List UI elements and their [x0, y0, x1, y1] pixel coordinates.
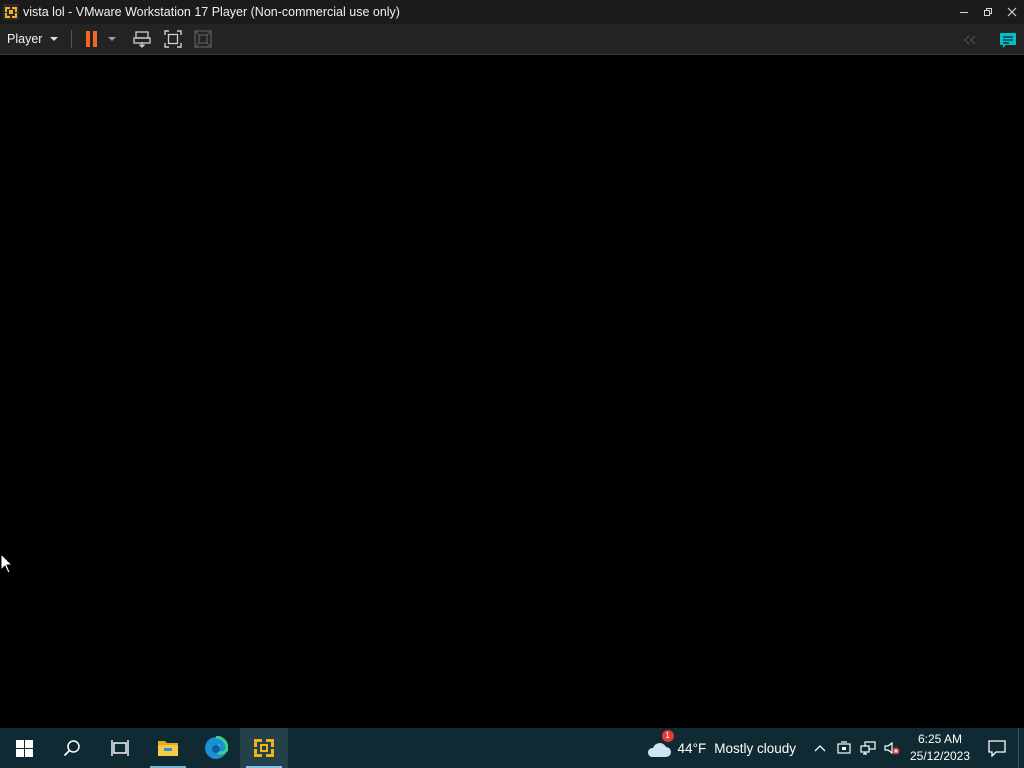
taskbar: 1 44°F Mostly cloudy 6:25 AM 25/12/2023 [0, 728, 1024, 768]
vmware-tray-button[interactable] [832, 728, 856, 768]
minimize-button[interactable] [952, 0, 976, 24]
show-desktop-button[interactable] [1018, 728, 1024, 768]
file-explorer-button[interactable] [144, 728, 192, 768]
unity-icon [194, 30, 213, 48]
fit-guest-button[interactable] [956, 28, 984, 52]
network-button[interactable] [856, 728, 880, 768]
fit-guest-icon [964, 35, 976, 44]
network-icon [860, 741, 876, 755]
weather-badge: 1 [661, 730, 674, 742]
restore-icon [984, 8, 992, 16]
task-view-button[interactable] [96, 728, 144, 768]
action-center-icon [988, 740, 1006, 757]
edge-button[interactable] [192, 728, 240, 768]
mouse-cursor-icon [0, 553, 12, 574]
player-menu-label: Player [7, 32, 43, 46]
clock-date: 25/12/2023 [909, 749, 971, 763]
title-bar[interactable]: vista lol - VMware Workstation 17 Player… [0, 0, 1024, 24]
volume-muted-icon [884, 741, 900, 755]
vmware-tray-icon [837, 741, 851, 754]
chevron-up-icon [814, 745, 826, 752]
vm-display[interactable] [0, 56, 1024, 728]
library-icon [1000, 32, 1016, 48]
send-ctrl-alt-del-button[interactable] [126, 27, 158, 51]
clock-time: 6:25 AM [917, 732, 963, 746]
search-button[interactable] [48, 728, 96, 768]
close-icon [1007, 7, 1017, 17]
volume-button[interactable] [880, 728, 904, 768]
pause-icon [86, 31, 98, 47]
minimize-icon [960, 12, 968, 13]
send-ctrl-alt-del-icon [133, 31, 152, 48]
pause-button[interactable] [80, 27, 104, 51]
unity-button[interactable] [188, 27, 218, 51]
toolbar-divider [71, 30, 73, 48]
vmware-taskbar-button[interactable] [240, 728, 288, 768]
start-icon [15, 739, 33, 757]
player-menu-button[interactable]: Player [0, 27, 65, 51]
player-toolbar: Player [0, 24, 1024, 55]
full-screen-icon [164, 30, 183, 48]
weather-description: Mostly cloudy [714, 740, 796, 756]
task-view-icon [111, 740, 129, 756]
system-clock[interactable]: 6:25 AM 25/12/2023 [904, 728, 976, 768]
show-hidden-icons-button[interactable] [808, 728, 832, 768]
vmware-player-icon [254, 739, 274, 757]
chevron-down-icon [50, 37, 59, 41]
weather-widget[interactable]: 1 44°F Mostly cloudy [640, 728, 802, 768]
weather-temperature: 44°F [677, 740, 707, 756]
edge-icon [205, 736, 228, 759]
vmware-player-icon[interactable] [2, 3, 20, 21]
action-center-button[interactable] [976, 728, 1018, 768]
power-dropdown-button[interactable] [104, 27, 120, 51]
start-button[interactable] [0, 728, 48, 768]
restore-button[interactable] [976, 0, 1000, 24]
file-explorer-icon [158, 741, 178, 756]
window-title: vista lol - VMware Workstation 17 Player… [23, 5, 400, 19]
search-icon [63, 740, 80, 757]
dropdown-icon [108, 37, 117, 41]
library-button[interactable] [994, 28, 1022, 52]
close-button[interactable] [1000, 0, 1024, 24]
full-screen-button[interactable] [158, 27, 188, 51]
